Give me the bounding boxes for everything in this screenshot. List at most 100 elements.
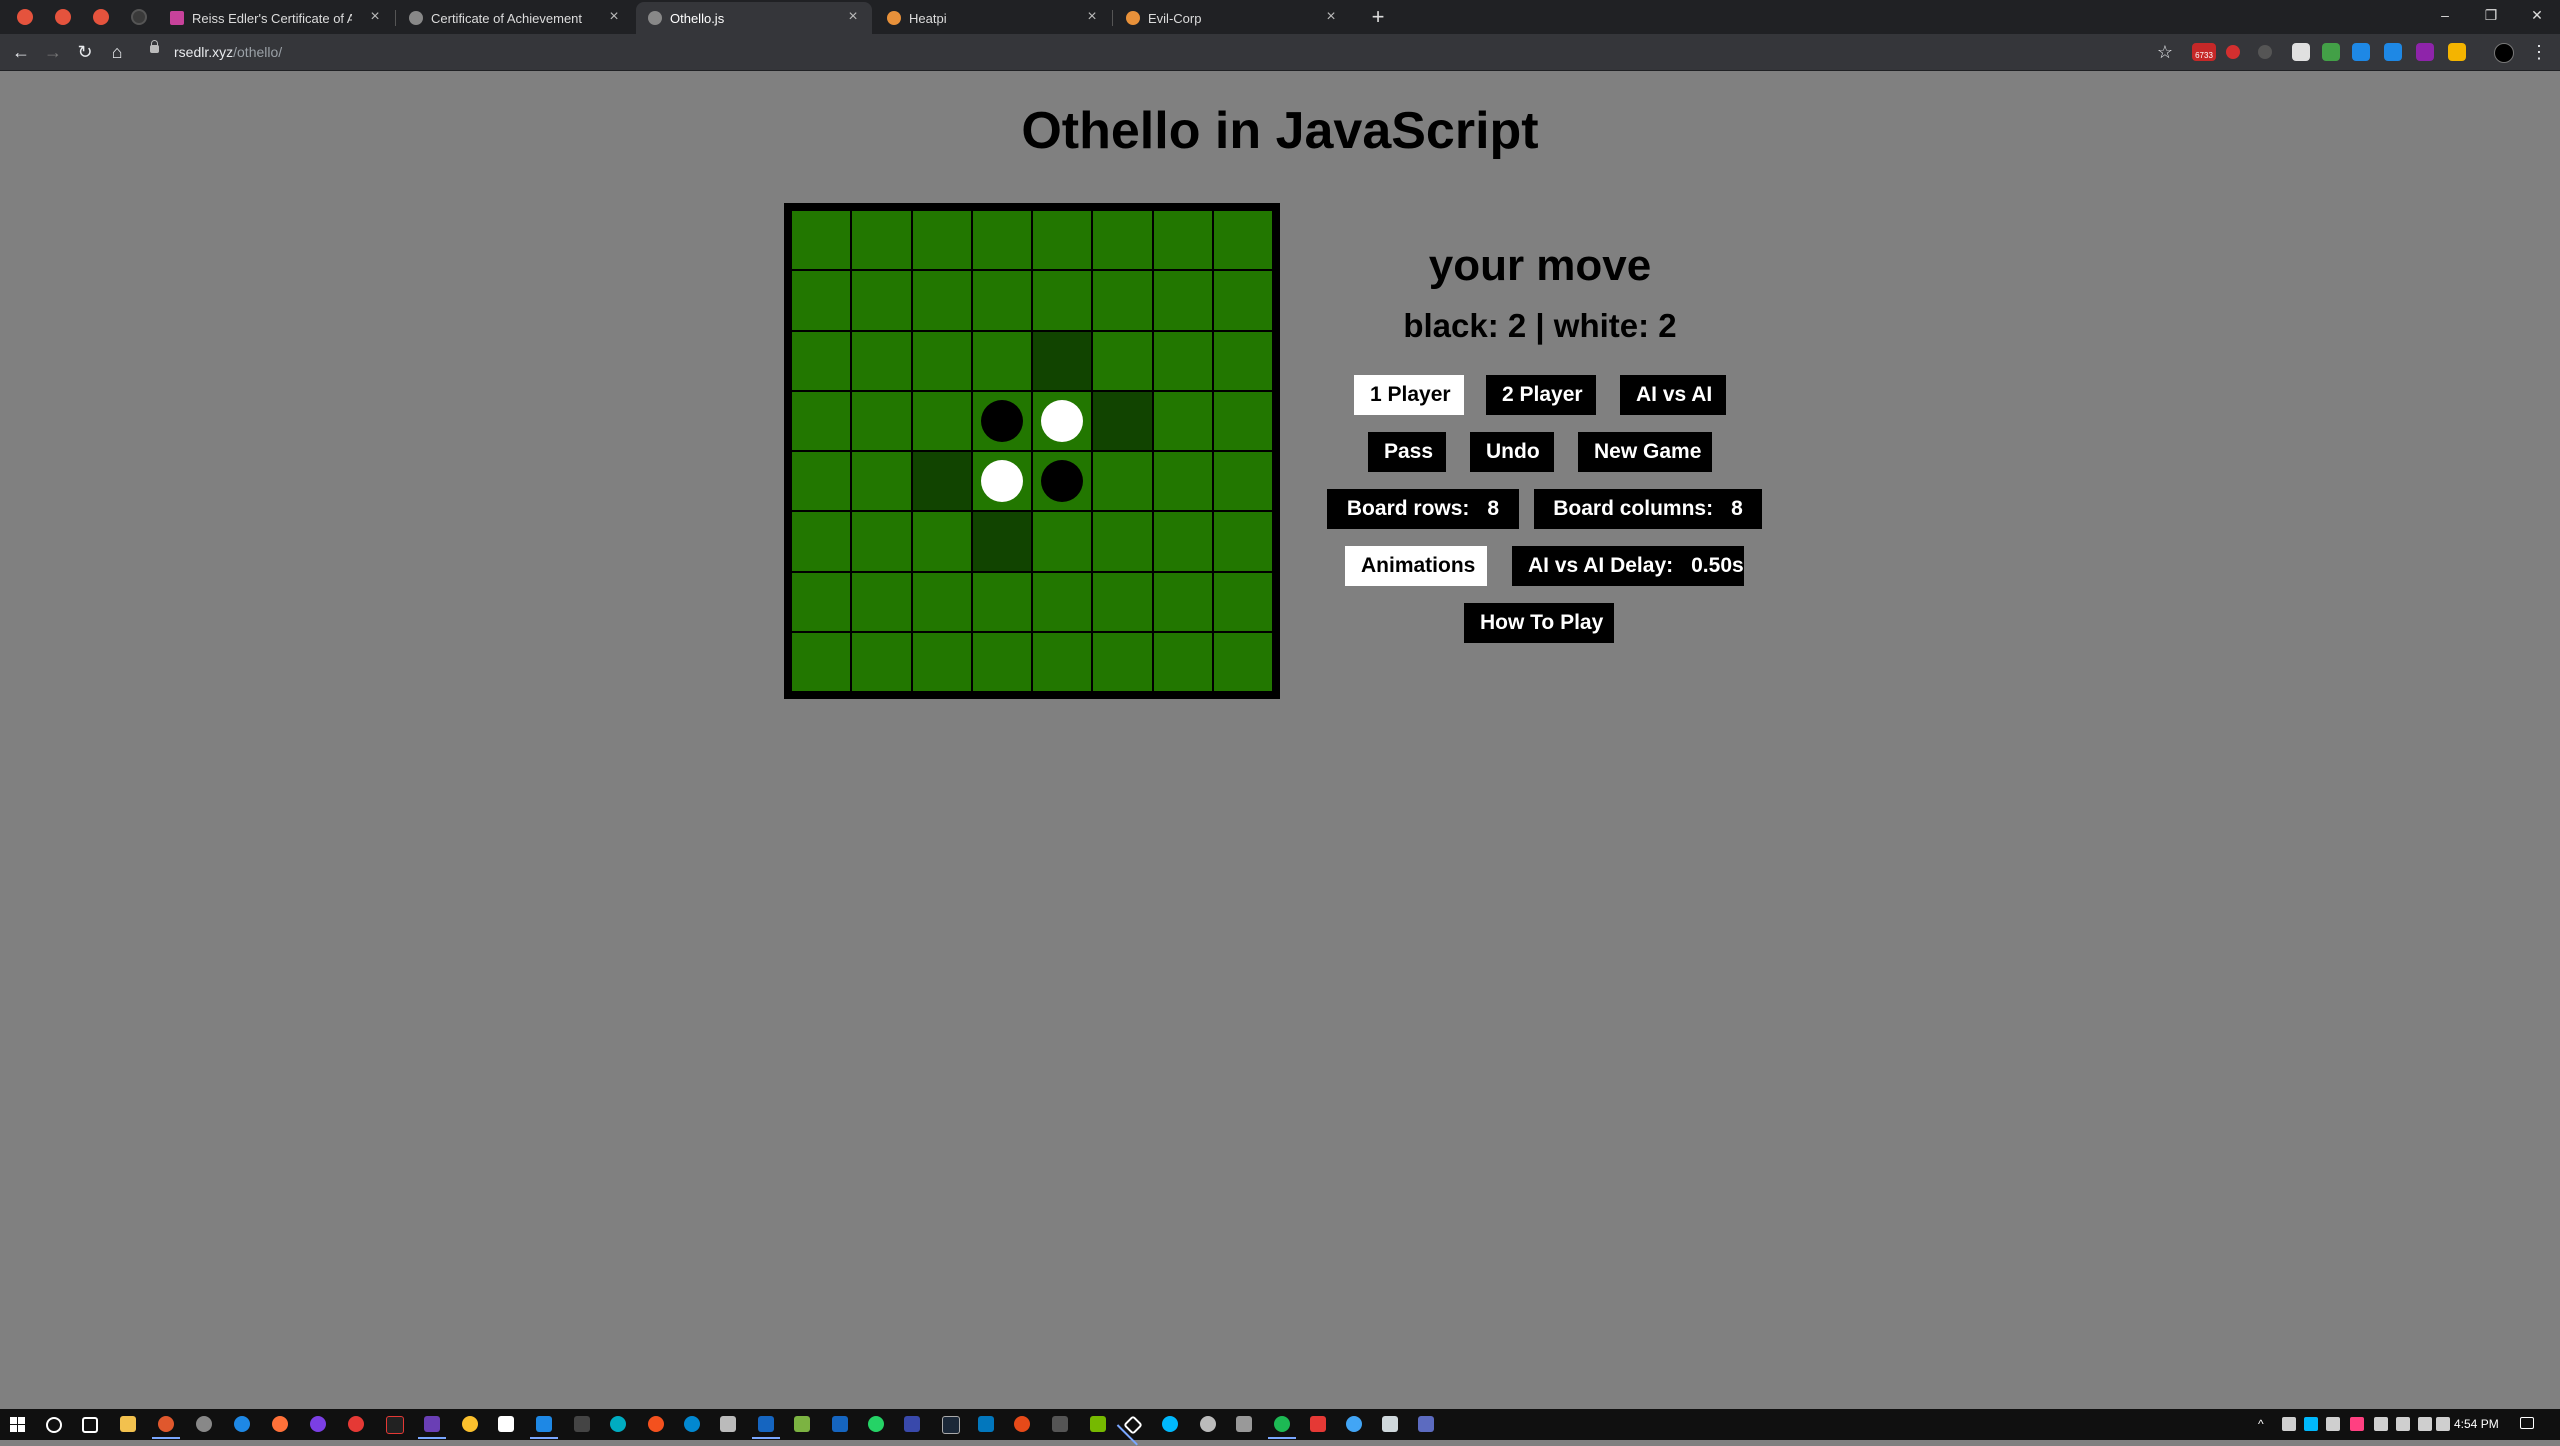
file-explorer-icon[interactable] <box>120 1416 136 1432</box>
word-taskbar-icon[interactable] <box>832 1416 848 1432</box>
steam-taskbar-icon[interactable] <box>942 1416 960 1434</box>
pinned-tab-reddit[interactable] <box>46 4 80 30</box>
board-cell[interactable] <box>912 271 971 330</box>
code-extension-icon[interactable] <box>2494 43 2514 63</box>
board-rows-value[interactable]: 8 <box>1487 497 1499 520</box>
board-cell-legal-move[interactable] <box>1033 331 1092 390</box>
board-cell[interactable] <box>1093 271 1152 330</box>
board-columns-value[interactable]: 8 <box>1731 497 1743 520</box>
board-cell[interactable] <box>972 391 1031 450</box>
board-cell[interactable] <box>792 632 851 691</box>
cortana-search-icon[interactable] <box>46 1417 62 1433</box>
board-cell[interactable] <box>852 331 911 390</box>
volume-icon[interactable] <box>2436 1417 2450 1431</box>
board-cell[interactable] <box>1153 331 1212 390</box>
board-cell[interactable] <box>792 211 851 270</box>
board-cell[interactable] <box>1153 572 1212 631</box>
board-cell[interactable] <box>972 271 1031 330</box>
board-cell[interactable] <box>912 331 971 390</box>
board-cell[interactable] <box>912 572 971 631</box>
app-taskbar-icon[interactable] <box>1200 1416 1216 1432</box>
board-cell[interactable] <box>972 632 1031 691</box>
extension-icon[interactable] <box>2448 43 2466 61</box>
board-cell[interactable] <box>852 452 911 511</box>
pinned-tab-github[interactable] <box>122 4 156 30</box>
board-cell[interactable] <box>912 391 971 450</box>
app-taskbar-icon[interactable] <box>1014 1416 1030 1432</box>
board-cell-legal-move[interactable] <box>912 452 971 511</box>
board-cell[interactable] <box>1033 211 1092 270</box>
board-cell[interactable] <box>852 572 911 631</box>
app-taskbar-icon[interactable] <box>684 1416 700 1432</box>
taskbar-clock[interactable]: 4:54 PM <box>2454 1417 2499 1431</box>
board-cell[interactable] <box>792 452 851 511</box>
board-cell[interactable] <box>972 211 1031 270</box>
board-cell[interactable] <box>1093 572 1152 631</box>
back-button[interactable]: ← <box>8 40 34 64</box>
board-cell[interactable] <box>1213 572 1272 631</box>
windows-start-button[interactable] <box>10 1417 26 1433</box>
board-cell[interactable] <box>1033 512 1092 571</box>
board-cell[interactable] <box>792 572 851 631</box>
tray-icon[interactable] <box>2374 1417 2388 1431</box>
terminal-taskbar-icon[interactable] <box>386 1416 404 1434</box>
two-player-button[interactable]: 2 Player <box>1486 375 1596 415</box>
board-cell[interactable] <box>1153 271 1212 330</box>
board-cell[interactable] <box>1213 211 1272 270</box>
network-icon[interactable] <box>2418 1417 2432 1431</box>
app-taskbar-icon[interactable] <box>1382 1416 1398 1432</box>
board-cell[interactable] <box>1033 572 1092 631</box>
board-cell[interactable] <box>1033 271 1092 330</box>
board-cell[interactable] <box>1153 211 1212 270</box>
how-to-play-button[interactable]: How To Play <box>1464 603 1614 643</box>
board-rows-control[interactable]: Board rows: 8 <box>1327 489 1519 529</box>
close-tab-icon[interactable]: × <box>366 8 384 26</box>
board-cell[interactable] <box>852 211 911 270</box>
app-taskbar-icon[interactable] <box>904 1416 920 1432</box>
app-taskbar-icon[interactable] <box>574 1416 590 1432</box>
whatsapp-taskbar-icon[interactable] <box>868 1416 884 1432</box>
new-tab-button[interactable]: + <box>1364 4 1392 30</box>
board-cell[interactable] <box>912 632 971 691</box>
board-cell[interactable] <box>1213 331 1272 390</box>
board-cell[interactable] <box>1033 452 1092 511</box>
app-taskbar-icon[interactable] <box>978 1416 994 1432</box>
close-tab-icon[interactable]: × <box>605 8 623 26</box>
board-cell[interactable] <box>792 512 851 571</box>
close-tab-icon[interactable]: × <box>844 8 862 26</box>
board-cell[interactable] <box>792 271 851 330</box>
app-taskbar-icon[interactable] <box>462 1416 478 1432</box>
pass-button[interactable]: Pass <box>1368 432 1446 472</box>
board-cell[interactable] <box>1153 512 1212 571</box>
extension-icon[interactable] <box>2258 45 2272 59</box>
brave-taskbar-icon[interactable] <box>152 1416 180 1439</box>
board-cell[interactable] <box>852 391 911 450</box>
tray-icon[interactable] <box>2282 1417 2296 1431</box>
tab-othello[interactable]: Othello.js × <box>636 2 872 34</box>
board-cell[interactable] <box>1213 632 1272 691</box>
pinned-tab-brave[interactable] <box>8 4 42 30</box>
app-taskbar-icon[interactable] <box>1418 1416 1434 1432</box>
tab-certificate[interactable]: Certificate of Achievement × <box>397 2 633 34</box>
board-cell[interactable] <box>972 452 1031 511</box>
board-cell[interactable] <box>912 512 971 571</box>
restore-button[interactable]: ❐ <box>2468 0 2514 30</box>
board-cell[interactable] <box>1093 452 1152 511</box>
board-cell[interactable] <box>1213 271 1272 330</box>
reload-button[interactable]: ↻ <box>72 40 98 64</box>
animations-toggle[interactable]: Animations <box>1345 546 1487 586</box>
board-cell-legal-move[interactable] <box>1093 391 1152 450</box>
ai-delay-control[interactable]: AI vs AI Delay: 0.50s <box>1512 546 1744 586</box>
browser-menu-button[interactable]: ⋮ <box>2526 40 2552 64</box>
home-button[interactable]: ⌂ <box>104 40 130 64</box>
edge-taskbar-icon[interactable] <box>234 1416 250 1432</box>
board-cell[interactable] <box>852 512 911 571</box>
tor-taskbar-icon[interactable] <box>310 1416 326 1432</box>
address-bar[interactable]: rsedlr.xyz/othello/ <box>140 38 2140 66</box>
board-cell[interactable] <box>1153 452 1212 511</box>
board-cell[interactable] <box>852 271 911 330</box>
vscode-taskbar-icon[interactable] <box>530 1416 558 1439</box>
extension-icon[interactable] <box>2322 43 2340 61</box>
tray-icon[interactable] <box>2326 1417 2340 1431</box>
app-taskbar-icon[interactable] <box>1310 1416 1326 1432</box>
